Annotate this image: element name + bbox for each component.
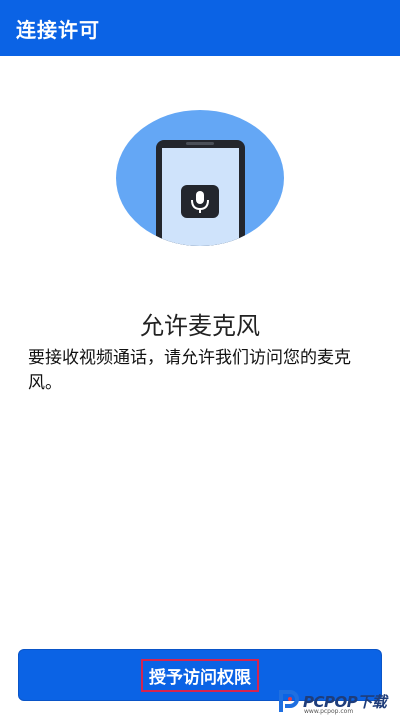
grant-access-label: 授予访问权限 bbox=[141, 658, 259, 692]
permission-description: 要接收视频通话，请允许我们访问您的麦克风。 bbox=[28, 348, 351, 393]
permission-title: 允许麦克风 bbox=[140, 312, 260, 340]
pcpop-logo-icon bbox=[279, 690, 299, 712]
microphone-illustration bbox=[116, 110, 284, 246]
app-bar: 连接许可 bbox=[0, 0, 400, 56]
watermark: PCPOP下载 www.pcpop.com bbox=[278, 686, 387, 716]
watermark-url: www.pcpop.com bbox=[304, 708, 354, 715]
page-title: 连接许可 bbox=[16, 17, 100, 42]
microphone-icon bbox=[181, 185, 219, 218]
